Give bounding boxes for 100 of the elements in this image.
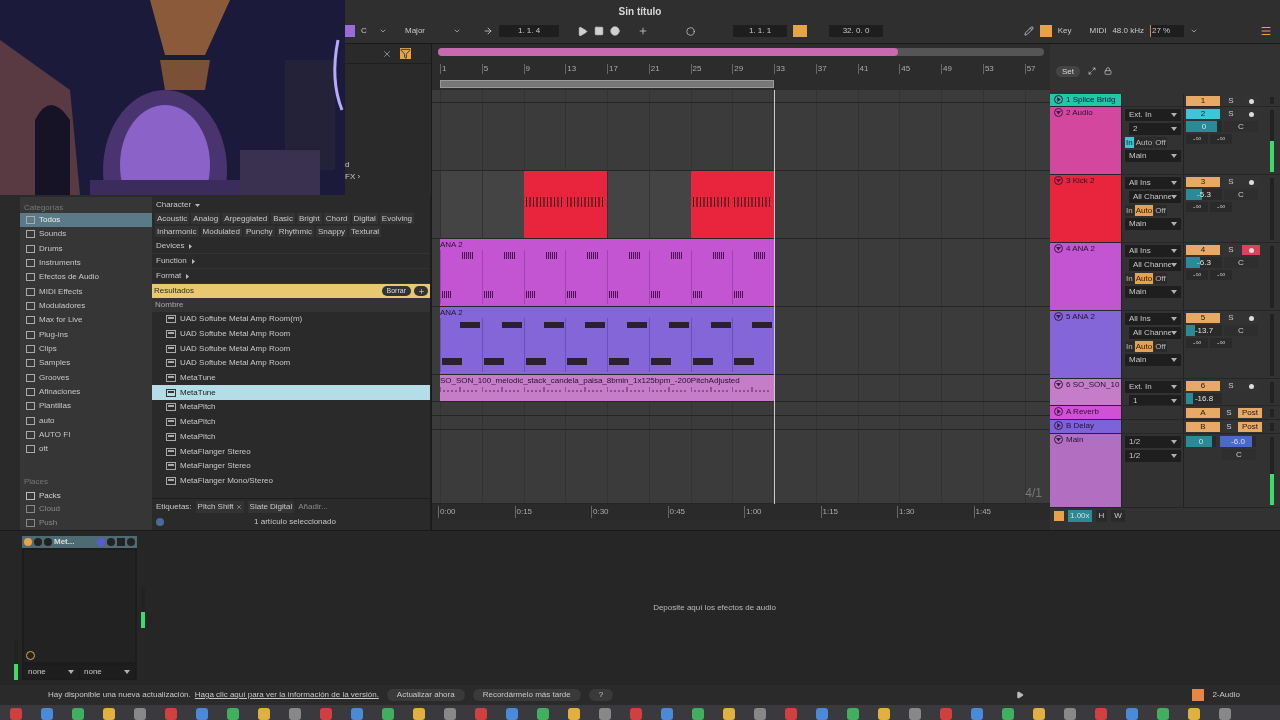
send-knob[interactable]: -∞ (1210, 134, 1232, 144)
category-item[interactable]: Afinaciones (20, 384, 152, 400)
clip[interactable] (648, 239, 691, 306)
clip[interactable] (690, 239, 733, 306)
clip[interactable] (690, 171, 733, 238)
fold-down-icon[interactable] (1054, 435, 1063, 444)
label-input[interactable]: Añadir... (298, 500, 349, 513)
label-chip[interactable]: Pitch Shift (195, 500, 244, 513)
category-item[interactable]: Max for Live (20, 313, 152, 328)
overview-bar[interactable] (438, 48, 1044, 56)
result-item[interactable]: MetaPitch (152, 400, 430, 415)
browser-label[interactable]: d (345, 159, 431, 171)
track-activator[interactable]: A (1186, 408, 1220, 418)
capture-icon[interactable] (686, 26, 695, 36)
monitor-button[interactable]: In (1125, 205, 1134, 216)
play-icon[interactable] (1016, 691, 1025, 699)
filter-icon[interactable] (400, 48, 411, 59)
version-link[interactable]: Haga clic aquí para ver la información de la versión. (194, 689, 379, 701)
device-name[interactable]: Met... (54, 536, 75, 548)
tag-chip[interactable]: Chord (323, 213, 350, 224)
tag-chip[interactable]: Inharmonic (155, 226, 199, 237)
caret-right-icon[interactable] (190, 258, 196, 264)
volume-slider[interactable]: -6.0 (1220, 436, 1256, 447)
key-dropdown[interactable]: C (361, 25, 399, 37)
result-item[interactable]: MetaTune (152, 370, 430, 386)
track-header[interactable]: 3 Kick 2 (1050, 175, 1122, 242)
filter-section[interactable]: Character (156, 199, 192, 211)
column-header[interactable]: Nombre (152, 298, 430, 312)
caret-right-icon[interactable] (185, 273, 191, 279)
draw-mode-icon[interactable] (1023, 26, 1034, 36)
fold-right-icon[interactable] (1054, 407, 1063, 416)
clip[interactable] (565, 307, 607, 374)
category-item[interactable]: ott (20, 442, 152, 457)
input-dropdown[interactable]: Ext. In (1125, 381, 1181, 393)
fold-right-icon[interactable] (1054, 95, 1063, 104)
status-button[interactable]: ? (588, 689, 614, 701)
track-header[interactable]: 2 Audio (1050, 107, 1122, 174)
category-item[interactable]: Todos (20, 213, 152, 228)
volume-slider[interactable]: -16.8 (1186, 393, 1222, 404)
clip[interactable] (648, 307, 691, 374)
category-item[interactable]: Efectos de Audio (20, 270, 152, 285)
monitor-button[interactable]: Off (1154, 205, 1167, 216)
device-power-icon[interactable] (24, 538, 32, 546)
clip[interactable] (440, 307, 482, 374)
result-item[interactable]: UAD Softube Metal Amp Room (152, 356, 430, 371)
clip[interactable] (481, 239, 524, 306)
remove-icon[interactable] (235, 503, 242, 510)
add-icon[interactable] (638, 26, 648, 36)
send-knob[interactable]: -∞ (1186, 202, 1208, 212)
clip[interactable] (440, 239, 482, 306)
track-header[interactable]: 5 ANA 2 (1050, 311, 1122, 378)
loop-start-field[interactable]: 1. 1. 1 (733, 25, 787, 37)
browser-label[interactable]: FX › (345, 171, 431, 183)
channel-dropdown[interactable]: All Channe (1129, 259, 1181, 271)
arrangement-position[interactable]: 1. 1. 4 (499, 25, 559, 37)
volume-slider[interactable]: -6.3 (1186, 257, 1222, 268)
category-item[interactable]: Clips (20, 341, 152, 357)
filter-section[interactable]: Format (156, 270, 182, 282)
tag-chip[interactable]: Acoustic (155, 213, 190, 224)
clip[interactable] (481, 307, 524, 374)
menu-icon[interactable] (1260, 25, 1272, 37)
send-knob[interactable]: -∞ (1186, 270, 1208, 280)
clip[interactable] (732, 171, 775, 238)
caret-icon[interactable] (1190, 27, 1198, 35)
tag-chip[interactable]: Modulated (200, 226, 242, 237)
track-activator[interactable]: B (1186, 422, 1220, 432)
view-button[interactable]: H (1095, 510, 1108, 522)
midi-label[interactable]: MIDI (1089, 25, 1107, 37)
category-item[interactable]: Drums (20, 241, 152, 256)
channel-dropdown[interactable]: All Channe (1129, 191, 1181, 203)
play-icon[interactable] (577, 25, 588, 37)
key-map-button[interactable] (1039, 25, 1052, 37)
send-knob[interactable]: -∞ (1186, 338, 1208, 348)
input-dropdown[interactable]: All Ins (1125, 313, 1181, 325)
clip[interactable] (565, 171, 607, 238)
post-button[interactable]: Post (1238, 408, 1262, 418)
fold-down-icon[interactable] (1054, 312, 1063, 321)
set-button[interactable]: Set (1056, 65, 1080, 77)
channel-dropdown[interactable]: 2 (1129, 123, 1181, 135)
tag-chip[interactable]: Basic (271, 213, 295, 224)
track-activator[interactable]: 1 (1186, 96, 1220, 106)
track-header[interactable]: B Delay (1050, 420, 1122, 433)
tag-chip[interactable]: Rhythmic (276, 226, 314, 237)
loop-length-field[interactable]: 32. 0. 0 (829, 25, 883, 37)
clip[interactable] (523, 239, 566, 306)
clip[interactable] (607, 239, 649, 306)
result-item[interactable]: MetaFlanger Stereo (152, 444, 430, 459)
track-activator[interactable]: 5 (1186, 313, 1220, 323)
clip[interactable] (565, 239, 607, 306)
lock-icon[interactable] (1104, 67, 1112, 75)
result-item[interactable]: MetaPitch (152, 414, 430, 430)
result-item[interactable]: UAD Softube Metal Amp Room (152, 341, 430, 357)
category-item[interactable]: Plantillas (20, 399, 152, 414)
category-item[interactable]: Instruments (20, 255, 152, 271)
output-dropdown[interactable]: Main (1125, 150, 1181, 162)
tag-chip[interactable]: Snappy (315, 226, 348, 237)
channel-dropdown[interactable]: 1 (1129, 395, 1181, 405)
send-knob[interactable]: -∞ (1210, 338, 1232, 348)
output-dropdown[interactable]: Main (1125, 218, 1181, 230)
category-item[interactable]: Sounds (20, 227, 152, 242)
